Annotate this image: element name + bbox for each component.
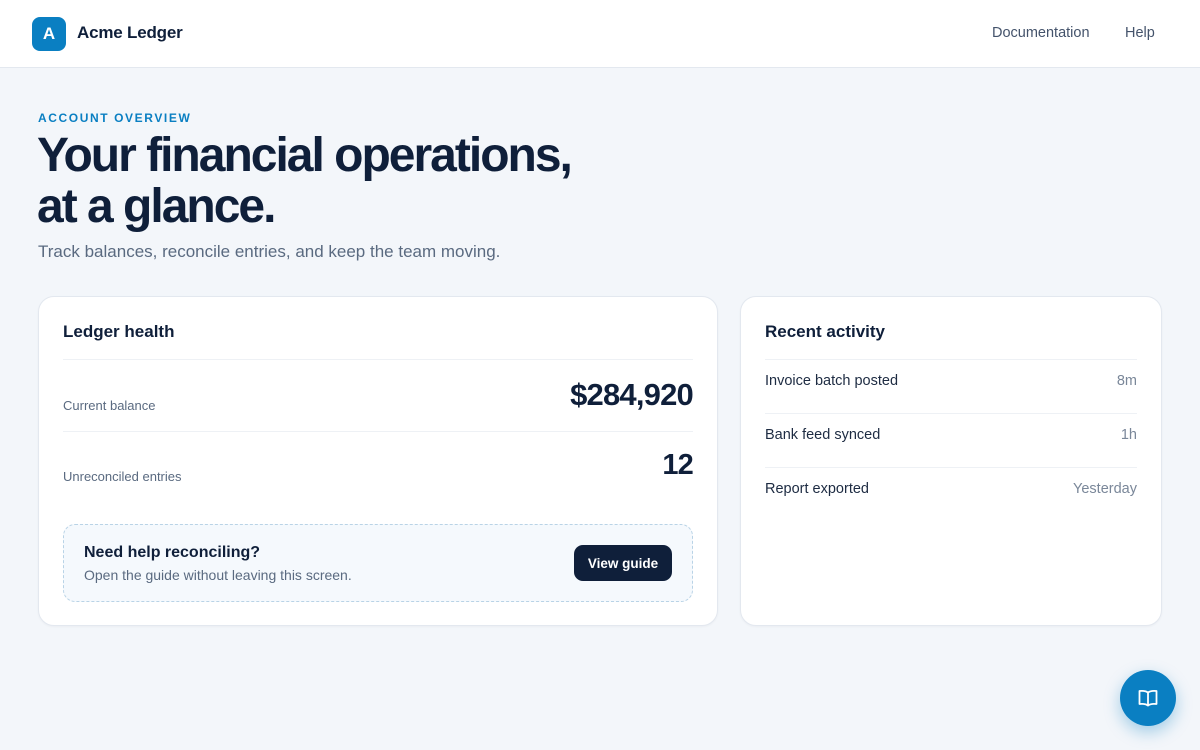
current-balance-label: Current balance (63, 398, 156, 413)
activity-item-label: Invoice batch posted (765, 373, 899, 389)
current-balance-value: $284,920 (570, 377, 694, 412)
section-eyebrow: ACCOUNT OVERVIEW (38, 111, 192, 125)
activity-item: Invoice batch posted 8m (765, 360, 1137, 414)
reconcile-help-callout: Need help reconciling? Open the guide wi… (63, 524, 693, 602)
recent-activity-card: Recent activity Invoice batch posted 8m … (740, 296, 1162, 626)
activity-item-label: Bank feed synced (765, 427, 881, 443)
top-bar: A Acme Ledger Documentation Help (0, 0, 1200, 68)
page-title: Your financial operations, at a glance. (37, 130, 677, 232)
divider (63, 431, 693, 432)
logo-icon: A (32, 17, 66, 51)
page-title-line-2: at a glance. (37, 180, 276, 233)
activity-item: Bank feed synced 1h (765, 414, 1137, 468)
page-subtitle: Track balances, reconcile entries, and k… (38, 242, 501, 261)
divider (63, 359, 693, 360)
recent-activity-title: Recent activity (765, 322, 885, 341)
nav-documentation-link[interactable]: Documentation (992, 25, 1090, 41)
guide-fab-button[interactable] (1120, 670, 1176, 726)
book-open-icon (1136, 686, 1160, 710)
nav-help-link[interactable]: Help (1125, 25, 1155, 41)
ledger-health-card: Ledger health Current balance $284,920 U… (38, 296, 718, 626)
page-title-line-1: Your financial operations, (37, 129, 573, 182)
brand-name: Acme Ledger (77, 23, 183, 42)
unreconciled-entries-label: Unreconciled entries (63, 469, 182, 484)
activity-item-time: 8m (1116, 373, 1137, 389)
activity-item-time: 1h (1120, 427, 1137, 443)
unreconciled-entries-value: 12 (662, 449, 693, 481)
view-guide-button[interactable]: View guide (574, 545, 672, 581)
reconcile-help-description: Open the guide without leaving this scre… (84, 567, 352, 583)
ledger-health-title: Ledger health (63, 322, 175, 341)
activity-item: Report exported Yesterday (765, 468, 1137, 522)
reconcile-help-title: Need help reconciling? (84, 544, 261, 561)
activity-item-label: Report exported (765, 481, 869, 497)
activity-item-time: Yesterday (1073, 481, 1137, 497)
